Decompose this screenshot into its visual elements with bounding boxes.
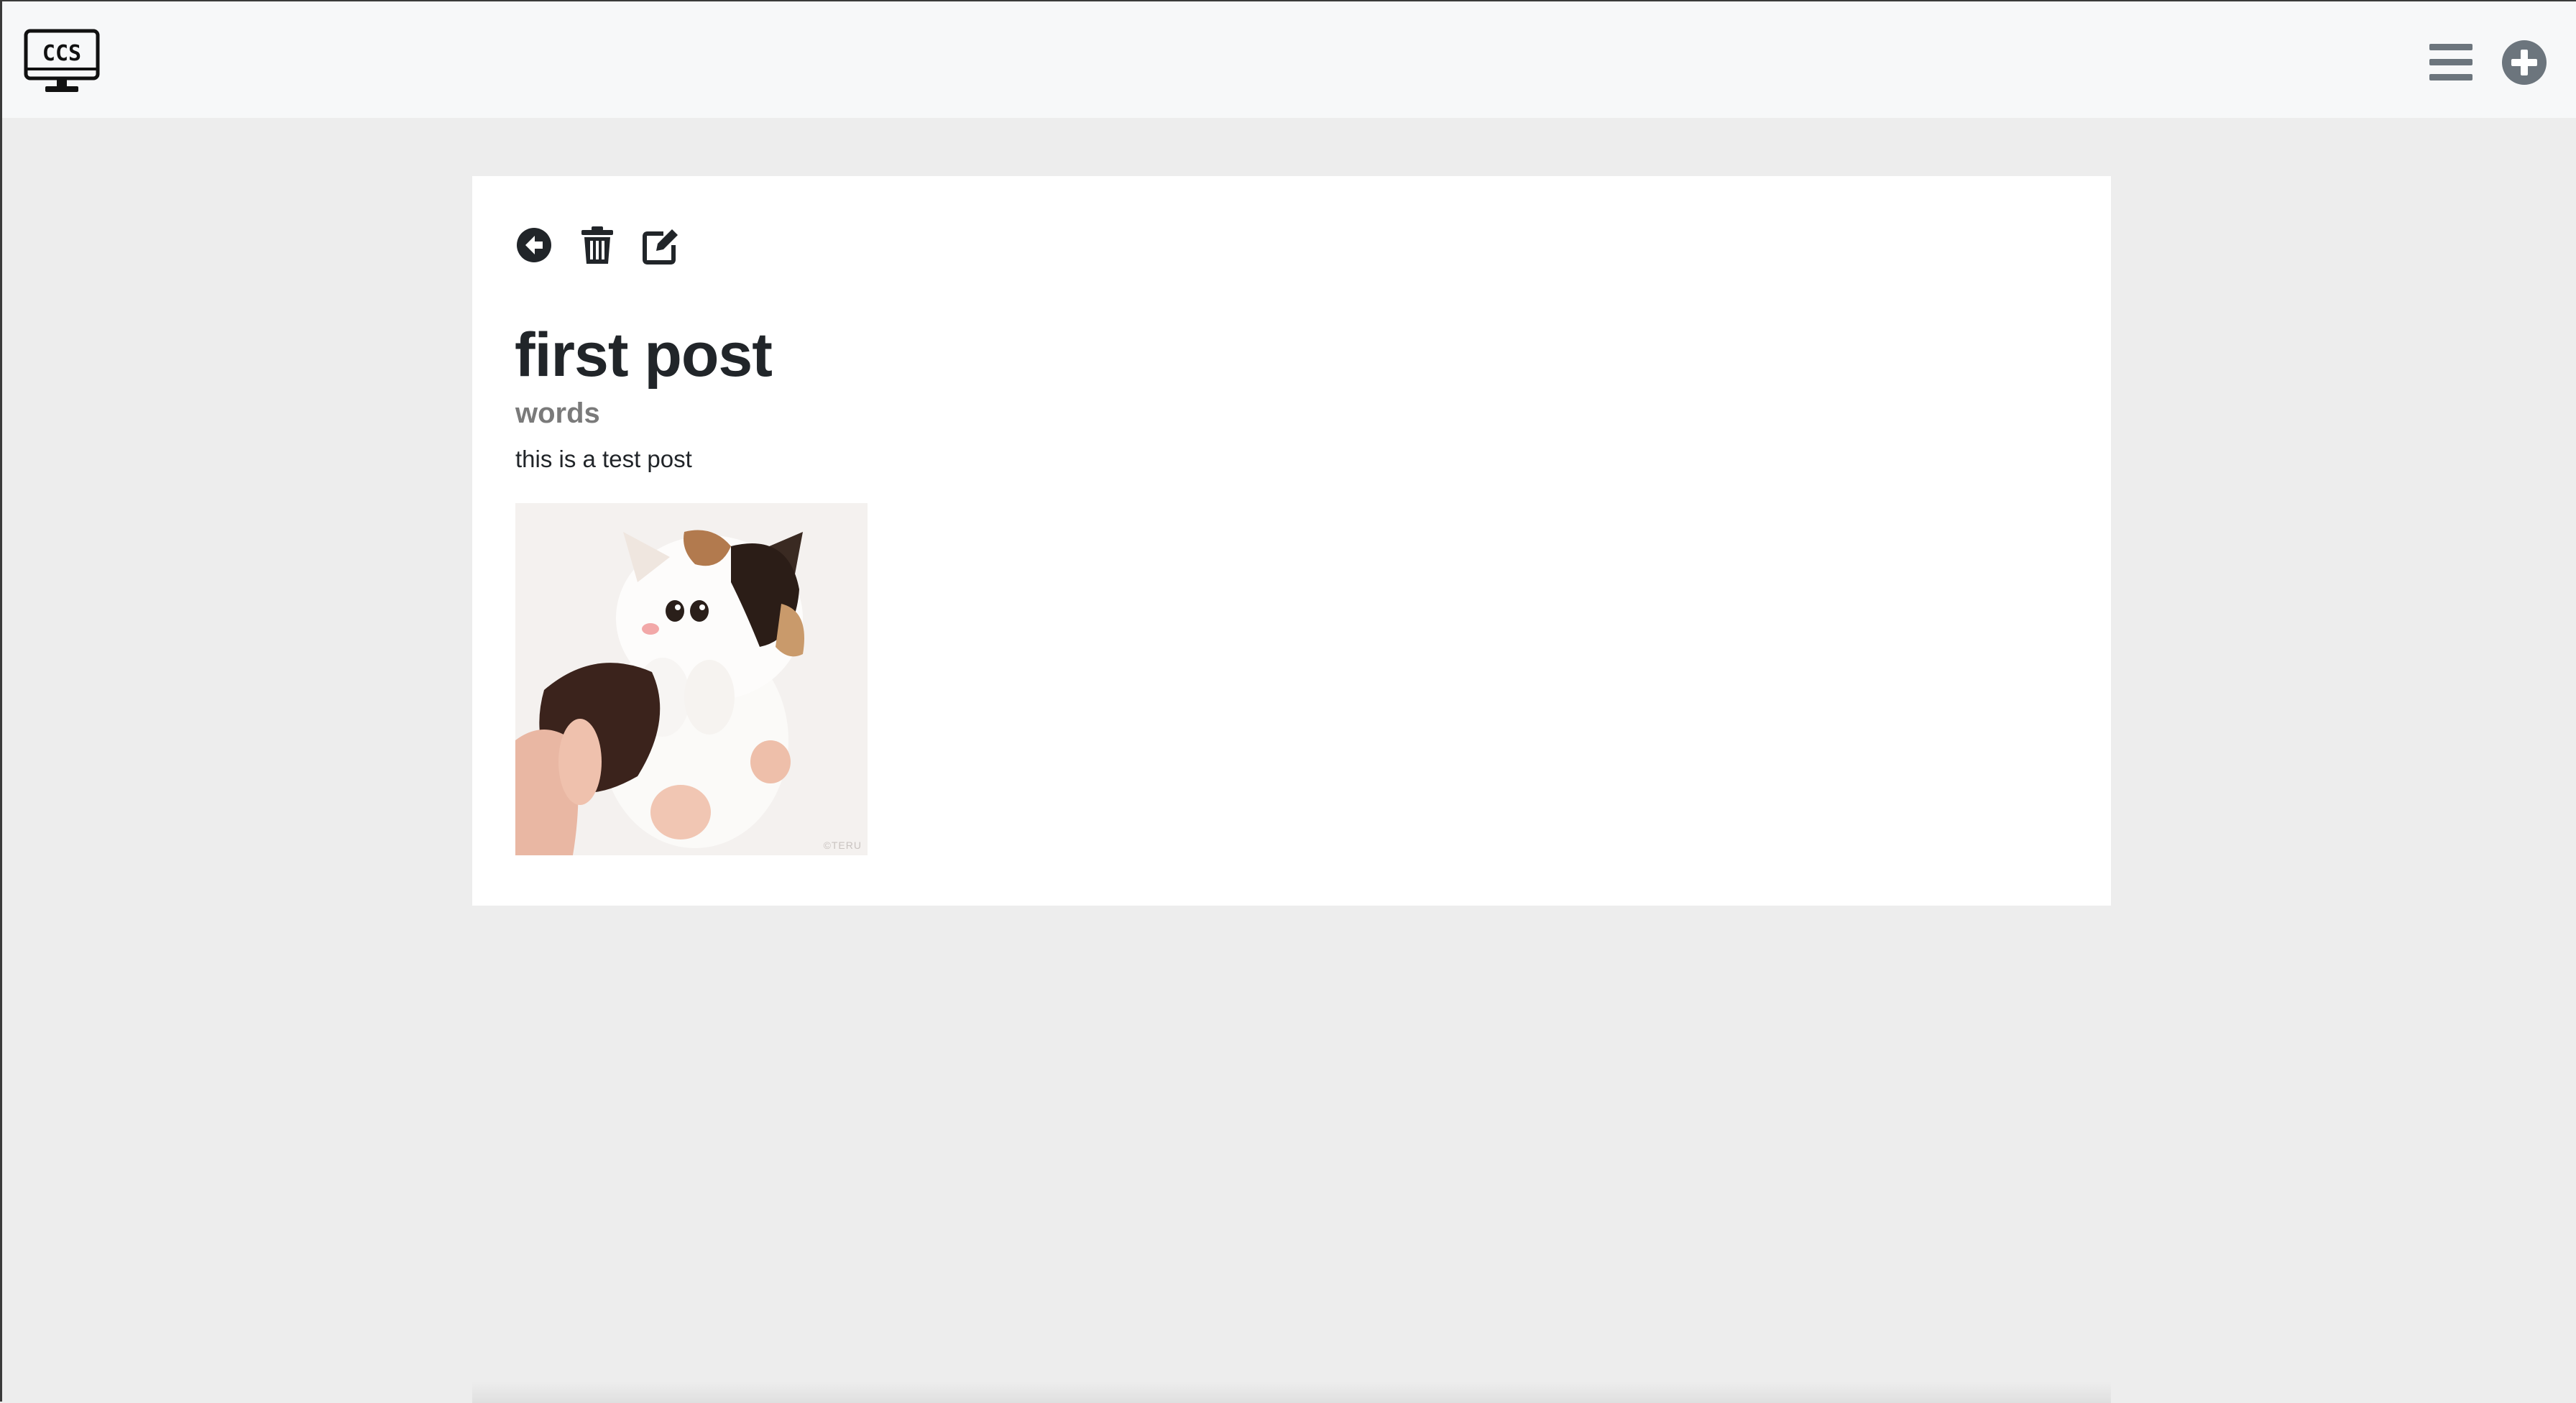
image-watermark: ©TERU xyxy=(823,840,862,851)
monitor-logo-icon[interactable]: CCS xyxy=(24,29,100,95)
post-title: first post xyxy=(515,321,773,390)
app-window: CCS first post words this is a test post… xyxy=(0,0,2576,1403)
hamburger-menu-icon[interactable] xyxy=(2428,40,2474,86)
post-actions xyxy=(515,225,679,265)
post-body: this is a test post xyxy=(515,446,692,472)
post-subtitle: words xyxy=(515,397,600,429)
post-image: ©TERU xyxy=(515,503,868,855)
navbar: CCS xyxy=(2,1,2576,118)
plus-circle-icon[interactable] xyxy=(2501,40,2547,86)
navbar-actions xyxy=(2428,37,2547,88)
arrow-left-circle-icon[interactable] xyxy=(515,225,553,265)
post-card: first post words this is a test post ©TE… xyxy=(472,176,2111,906)
next-card-shadow xyxy=(472,1381,2111,1403)
logo-text: CCS xyxy=(42,41,81,66)
trash-icon[interactable] xyxy=(579,225,616,265)
edit-icon[interactable] xyxy=(642,225,679,265)
